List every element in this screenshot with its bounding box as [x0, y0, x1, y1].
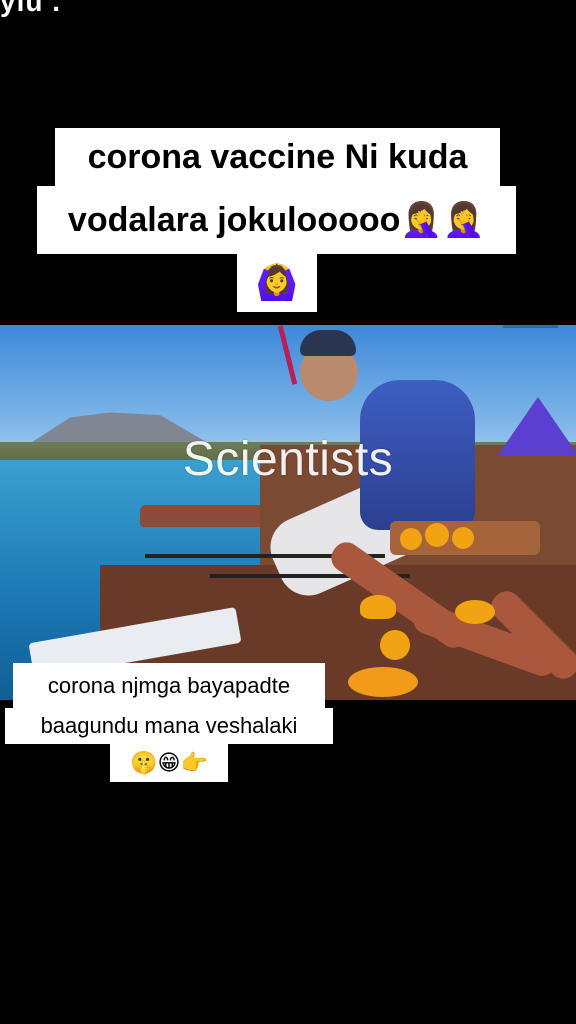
- caption-bottom-line1-text: corona njmga bayapadte: [47, 672, 291, 698]
- caption-bottom-line2: baagundu mana veshalaki: [5, 708, 333, 744]
- facepalm-emoji-icons: 🤦‍♀️🤦‍♀️: [400, 200, 486, 240]
- shush-grin-point-emoji-icons: 🤫😁👉: [130, 750, 208, 776]
- orange: [452, 527, 474, 549]
- video-top-right-bar: [503, 325, 558, 328]
- caption-bottom-line3: 🤫😁👉: [110, 744, 228, 782]
- caption-top-line3: 🙆‍♀️: [237, 254, 317, 312]
- caption-top-line1-text: corona vaccine Ni kuda: [87, 137, 468, 176]
- orange: [400, 528, 422, 550]
- video-frame[interactable]: Scientists: [0, 325, 576, 700]
- caption-bottom-line1: corona njmga bayapadte: [13, 663, 325, 708]
- caption-bottom-line2-text: baagundu mana veshalaki: [40, 713, 298, 738]
- orange: [425, 523, 449, 547]
- caption-top-line1: corona vaccine Ni kuda: [55, 128, 500, 186]
- person-cap: [300, 330, 356, 356]
- ok-gesture-emoji-icon: 🙆‍♀️: [255, 263, 299, 303]
- orange-peel: [380, 630, 410, 660]
- orange-peel: [455, 600, 495, 624]
- orange-peel: [360, 595, 396, 619]
- video-watermark-text: Scientists: [182, 433, 394, 486]
- caption-top-line2: vodalara jokulooooo 🤦‍♀️🤦‍♀️: [37, 186, 516, 254]
- top-text-fragment: ylu .: [0, 0, 62, 17]
- orange-peel: [348, 667, 418, 697]
- caption-top-line2-text: vodalara jokulooooo: [67, 200, 401, 239]
